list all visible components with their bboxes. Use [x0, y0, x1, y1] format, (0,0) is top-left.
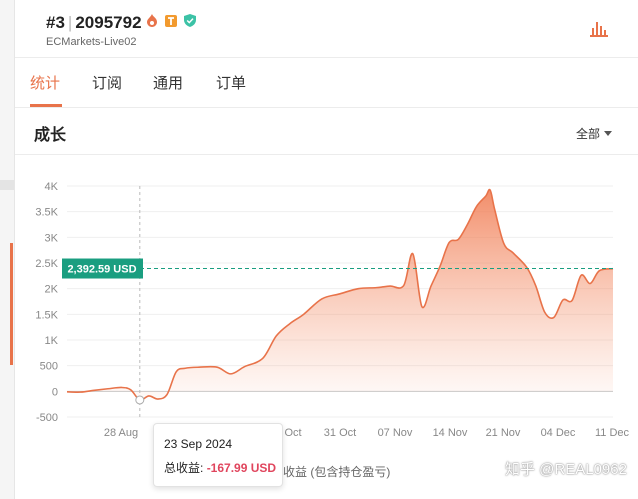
y-tick-label: 3.5K: [35, 207, 58, 219]
x-tick-label: Oct: [284, 427, 301, 439]
x-tick-label: 31 Oct: [324, 427, 356, 439]
y-tick-label: 3K: [45, 232, 59, 244]
y-tick-label: 1K: [45, 335, 59, 347]
growth-chart[interactable]: 4K 3.5K 3K 2.5K 2K 1.5K 1K 500 0 -500 28 Aug Oct 31 …: [0, 0, 638, 499]
y-tick-label: 2K: [45, 284, 59, 296]
x-tick-label: 07 Nov: [378, 427, 413, 439]
y-tick-label: 1.5K: [35, 309, 58, 321]
x-tick-label: 04 Dec: [541, 427, 576, 439]
chart-legend: 收益 (包含持仓盈亏): [283, 465, 391, 479]
tooltip-value: -167.99 USD: [206, 461, 277, 475]
x-tick-label: 11 Dec: [595, 427, 630, 439]
y-tick-label: 2.5K: [35, 258, 58, 270]
watermark: 知乎 @REAL0962: [505, 461, 627, 478]
y-tick-label: 500: [40, 361, 58, 373]
hover-point: [135, 395, 145, 405]
x-tick-label: 21 Nov: [486, 427, 521, 439]
tooltip-row: 总收益: -167.99 USD: [164, 459, 276, 476]
x-tick-label: 28 Aug: [104, 427, 138, 439]
chart-tooltip: 23 Sep 2024 总收益: -167.99 USD: [153, 423, 283, 487]
x-tick-label: 14 Nov: [433, 427, 468, 439]
y-tick-label: 4K: [45, 181, 59, 193]
tooltip-date: 23 Sep 2024: [164, 437, 233, 451]
y-tick-label: -500: [36, 412, 58, 424]
y-tick-label: 0: [52, 386, 58, 398]
tooltip-label: 总收益:: [164, 461, 204, 475]
reference-label: 2,392.59 USD: [67, 264, 136, 276]
growth-area-fill: [67, 189, 613, 401]
